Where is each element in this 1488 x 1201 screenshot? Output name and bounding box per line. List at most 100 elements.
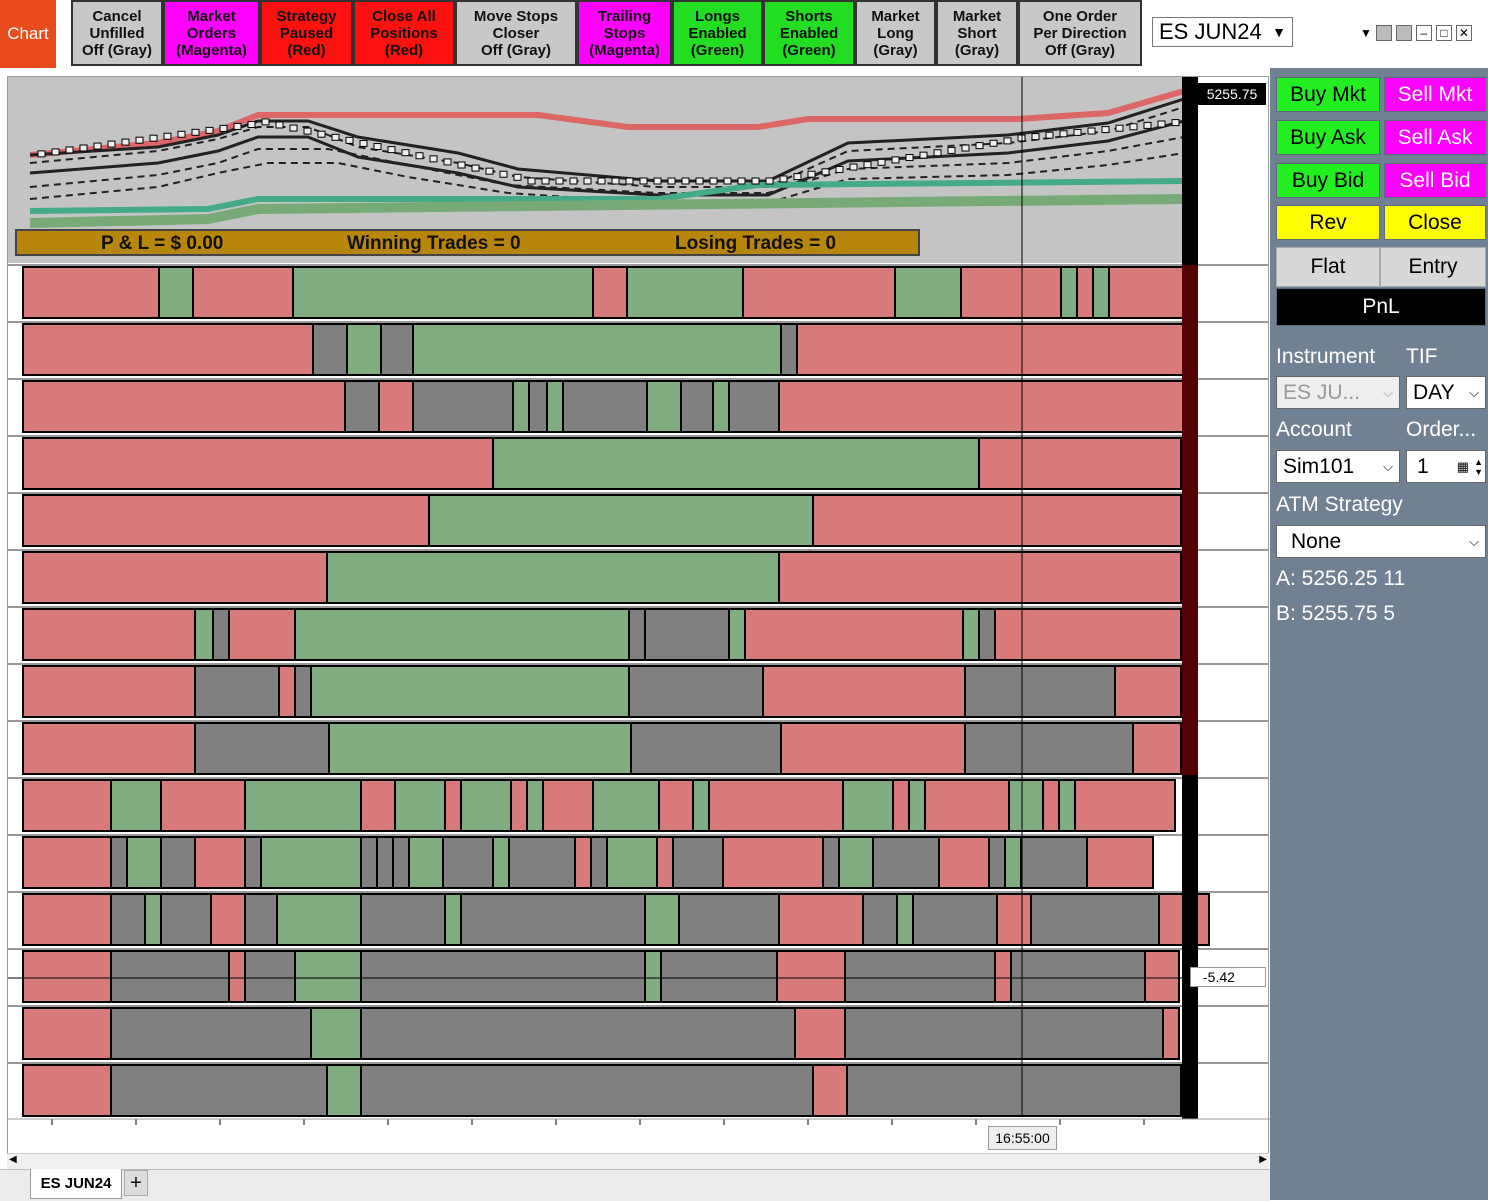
one-order-per-direction-button[interactable]: One Order Per Direction Off (Gray) (1018, 0, 1142, 66)
signal-block-gray (442, 836, 494, 889)
close-position-button[interactable]: Close (1384, 205, 1486, 240)
signal-block-gray (412, 380, 514, 433)
signal-block-gray (660, 950, 778, 1003)
buy-mkt-button[interactable]: Buy Mkt (1276, 77, 1380, 112)
signal-block-gray (1010, 950, 1146, 1003)
candle (877, 158, 886, 166)
instrument-dropdown[interactable]: ES JU... ⌵ (1276, 376, 1400, 409)
signal-block-gray (110, 950, 230, 1003)
longs-enabled-button[interactable]: Longs Enabled (Green) (672, 0, 763, 66)
signal-block-gray (1020, 836, 1088, 889)
signal-block-gray (562, 380, 648, 433)
chevron-down-icon: ⌵ (1383, 458, 1393, 474)
trailing-stops-button[interactable]: Trailing Stops (Magenta) (577, 0, 672, 66)
signal-block-green (444, 893, 462, 946)
signal-block-gray (978, 608, 996, 661)
signal-block-red (22, 893, 112, 946)
market-orders-button[interactable]: Market Orders (Magenta) (163, 0, 260, 66)
signal-block-gray (1030, 893, 1160, 946)
flat-indicator: Flat (1276, 247, 1380, 287)
candle (1087, 127, 1096, 135)
reverse-button[interactable]: Rev (1276, 205, 1380, 240)
account-dropdown[interactable]: Sim101 ⌵ (1276, 450, 1400, 483)
order-qty-input[interactable]: 1 ▦ ▲ ▼ (1406, 450, 1486, 483)
signal-block-green (1008, 779, 1044, 832)
signal-block-red (1144, 950, 1180, 1003)
chart-tab[interactable]: Chart (0, 0, 56, 68)
signal-block-red (892, 779, 910, 832)
signal-block-gray (360, 1064, 814, 1117)
calculator-icon[interactable]: ▦ (1457, 459, 1469, 475)
close-all-positions-button[interactable]: Close All Positions (Red) (353, 0, 455, 66)
tif-dropdown[interactable]: DAY ⌵ (1406, 376, 1486, 409)
spinner-icon[interactable]: ▲ ▼ (1474, 457, 1483, 477)
tile-icon[interactable] (1395, 25, 1412, 41)
signal-block-red (378, 380, 414, 433)
horizontal-scrollbar[interactable]: ◀ ▶ (7, 1153, 1269, 1169)
sell-mkt-button[interactable]: Sell Mkt (1384, 77, 1486, 112)
scroll-right-icon[interactable]: ▶ (1259, 1154, 1267, 1165)
signal-block-red (22, 1007, 112, 1060)
chevron-down-icon: ⌵ (1469, 384, 1479, 400)
pnl-display: PnL (1276, 288, 1486, 326)
cancel-unfilled-button[interactable]: Cancel Unfilled Off (Gray) (71, 0, 163, 66)
signal-block-red (1114, 665, 1182, 718)
sell-bid-button[interactable]: Sell Bid (1384, 163, 1486, 198)
signal-block-red (924, 779, 1010, 832)
signal-block-green (326, 1064, 362, 1117)
minimize-icon[interactable]: – (1415, 25, 1432, 41)
instrument-selector[interactable]: ES JUN24 ▼ (1152, 17, 1293, 47)
signal-block-green (310, 1007, 362, 1060)
maximize-icon[interactable]: □ (1435, 25, 1452, 41)
market-short-button[interactable]: Market Short (Gray) (936, 0, 1018, 66)
atm-strategy-dropdown[interactable]: None ⌵ (1276, 525, 1486, 558)
close-icon[interactable]: ✕ (1455, 25, 1472, 41)
signal-block-red (722, 836, 824, 889)
signal-block-green (626, 266, 744, 319)
signal-block-gray (110, 1007, 312, 1060)
move-stops-closer-button[interactable]: Move Stops Closer Off (Gray) (455, 0, 577, 66)
account-label: Account (1276, 418, 1352, 441)
signal-block-gray (160, 893, 212, 946)
signal-block-green (408, 836, 444, 889)
candle (737, 177, 746, 185)
signal-block-red (1108, 266, 1194, 319)
sell-ask-button[interactable]: Sell Ask (1384, 120, 1486, 155)
chevron-down-icon: ▼ (1272, 24, 1286, 40)
candle (107, 140, 116, 148)
candle (79, 144, 88, 152)
buy-ask-button[interactable]: Buy Ask (1276, 120, 1380, 155)
signal-block-gray (212, 608, 230, 661)
signal-block-red (22, 380, 346, 433)
signal-block-red (510, 779, 528, 832)
signal-block-gray (110, 836, 128, 889)
signal-block-green (962, 608, 980, 661)
signal-block-gray (872, 836, 940, 889)
signal-block-red (22, 608, 196, 661)
dropdown-arrow-icon[interactable]: ▼ (1360, 26, 1372, 40)
instrument-tab[interactable]: ES JUN24 (30, 1169, 122, 1199)
crosshair-time-label: 16:55:00 (988, 1126, 1057, 1150)
signal-block-green (644, 893, 680, 946)
signal-block-green (606, 836, 658, 889)
signal-block-green (546, 380, 564, 433)
candle (597, 177, 606, 185)
strategy-paused-button[interactable]: Strategy Paused (Red) (260, 0, 353, 66)
scroll-left-icon[interactable]: ◀ (9, 1154, 17, 1165)
signal-block-green (512, 380, 530, 433)
candle (233, 122, 242, 130)
buy-bid-button[interactable]: Buy Bid (1276, 163, 1380, 198)
signal-block-red (780, 722, 966, 775)
account-dropdown-value: Sim101 (1283, 454, 1355, 478)
signal-block-green (328, 722, 632, 775)
candle (1143, 121, 1152, 129)
signal-block-gray (360, 836, 378, 889)
instrument-dropdown-value: ES JU... (1283, 380, 1361, 404)
shorts-enabled-button[interactable]: Shorts Enabled (Green) (763, 0, 855, 66)
signal-block-gray (630, 722, 782, 775)
signal-block-green (1092, 266, 1110, 319)
add-tab-button[interactable]: + (124, 1170, 148, 1196)
layout-icon[interactable] (1375, 25, 1392, 41)
market-long-button[interactable]: Market Long (Gray) (855, 0, 936, 66)
signal-block-green (712, 380, 730, 433)
